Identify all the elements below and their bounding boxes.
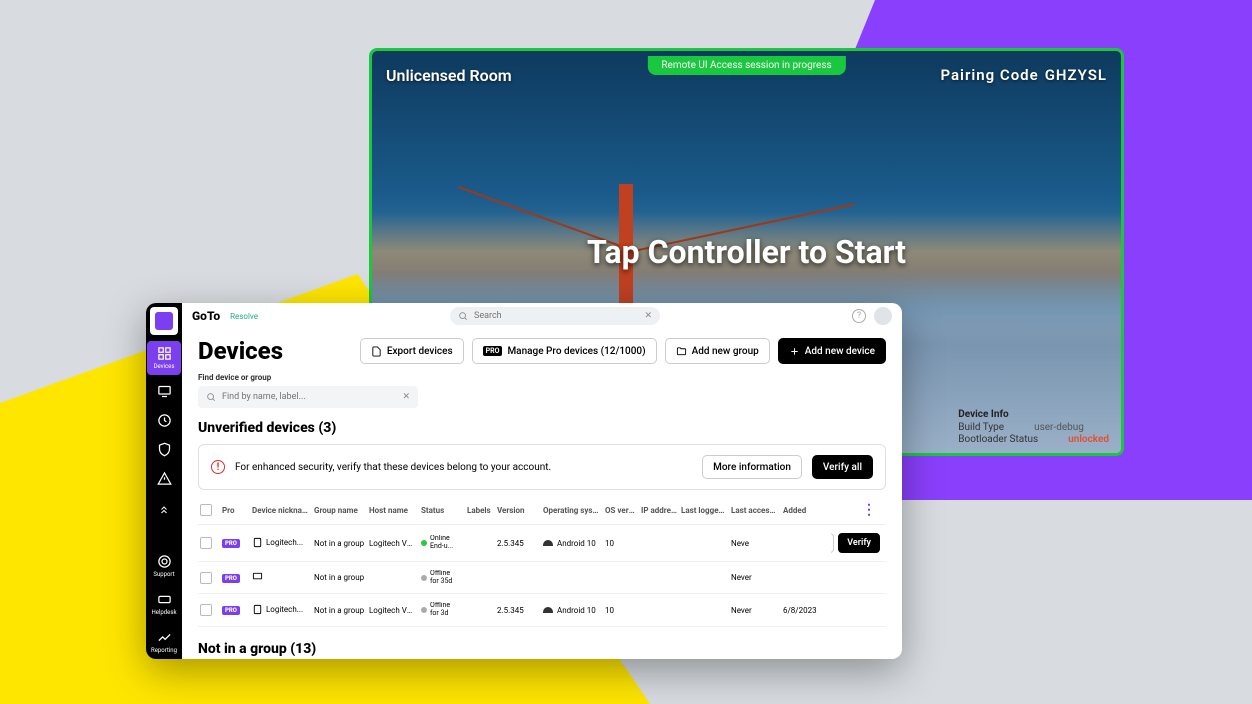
alert-icon [157,471,172,486]
search-icon [206,392,216,402]
verify-button[interactable]: Verify [838,533,880,553]
folder-plus-icon [676,346,687,357]
app-logo[interactable] [150,307,178,335]
android-icon [543,540,553,546]
pro-tag: PRO [222,539,240,548]
page-title: Devices [198,337,283,365]
table-header: Pro Device nickname Group name Host name… [198,496,886,525]
brand-name: GoTo [192,309,220,323]
lifebuoy-icon [157,554,172,569]
table-row[interactable]: PRO Logitech... Not in a group Logitech … [198,594,886,626]
more-information-button[interactable]: More information [702,455,802,479]
session-banner: Remote UI Access session in progress [647,56,845,75]
security-alert: ! For enhanced security, verify that the… [198,444,886,490]
search-input[interactable] [474,311,638,321]
sidebar-item-support[interactable]: Support [147,549,181,583]
filter-clear[interactable]: ✕ [402,392,410,402]
grid-icon [157,346,172,361]
device-info-panel: Device Info Build Typeuser-debug Bootloa… [958,409,1109,445]
row-checkbox[interactable] [200,604,212,616]
unverified-section-title: Unverified devices (3) [198,420,886,436]
pro-tag: PRO [222,574,240,583]
global-search[interactable]: ✕ [450,307,660,325]
sidebar-item-reporting[interactable]: Reporting [147,625,181,659]
filter-input[interactable] [222,392,396,402]
not-in-group-section-title: Not in a group (13) [198,641,886,657]
devices-table: Pro Device nickname Group name Host name… [198,496,886,627]
pairing-code: Pairing CodeGHZYSL [934,66,1107,84]
sidebar-item-alert[interactable] [147,466,181,491]
table-menu[interactable]: ⋮ [858,502,880,518]
device-icon [252,537,263,548]
chart-icon [157,630,172,645]
sidebar-item-monitor[interactable] [147,379,181,404]
avatar[interactable] [874,307,892,325]
manage-pro-button[interactable]: PROManage Pro devices (12/1000) [472,338,657,364]
clock-icon [157,413,172,428]
shield-icon [157,442,172,457]
sidebar-item-clock[interactable] [147,408,181,433]
tap-to-start[interactable]: Tap Controller to Start [587,233,906,271]
device-icon [252,571,263,582]
help-icon[interactable]: ? [852,309,866,323]
goto-resolve-window: Devices Support Helpdesk Reporting GoTo … [146,303,902,659]
remove-button[interactable]: Remove [831,533,834,553]
row-checkbox[interactable] [200,537,212,549]
sidebar-collapse[interactable] [158,495,170,526]
brand-sub: Resolve [230,312,258,321]
pro-tag: PRO [222,606,240,615]
search-clear[interactable]: ✕ [644,311,652,321]
warning-icon: ! [211,460,225,474]
android-icon [543,607,553,613]
monitor-icon [157,384,172,399]
add-device-button[interactable]: Add new device [778,338,886,364]
alert-text: For enhanced security, verify that these… [235,462,692,473]
sidebar: Devices Support Helpdesk Reporting [146,303,182,659]
filter-box[interactable]: ✕ [198,386,418,408]
table-row[interactable]: PRO Logitech... Not in a group Logitech … [198,525,886,562]
status-dot-online [421,540,427,546]
status-dot-offline [421,607,427,613]
topbar: GoTo Resolve ✕ ? [182,303,902,329]
chevron-up-icon [158,504,170,516]
sidebar-item-shield[interactable] [147,437,181,462]
select-all-checkbox[interactable] [200,504,212,516]
search-icon [458,311,468,321]
export-devices-button[interactable]: Export devices [360,338,464,364]
add-group-button[interactable]: Add new group [665,338,770,364]
sidebar-item-helpdesk[interactable]: Helpdesk [147,587,181,621]
plus-icon [789,346,800,357]
room-title: Unlicensed Room [386,66,512,85]
device-icon [252,604,263,615]
filter-hint: Find device or group [198,373,886,382]
sidebar-item-devices[interactable]: Devices [147,341,181,375]
ticket-icon [157,592,172,607]
table-row[interactable]: PRO Not in a group Offlinefor 35d Never [198,562,886,594]
status-dot-offline [421,575,427,581]
row-checkbox[interactable] [200,572,212,584]
file-icon [371,346,382,357]
verify-all-button[interactable]: Verify all [812,455,873,479]
